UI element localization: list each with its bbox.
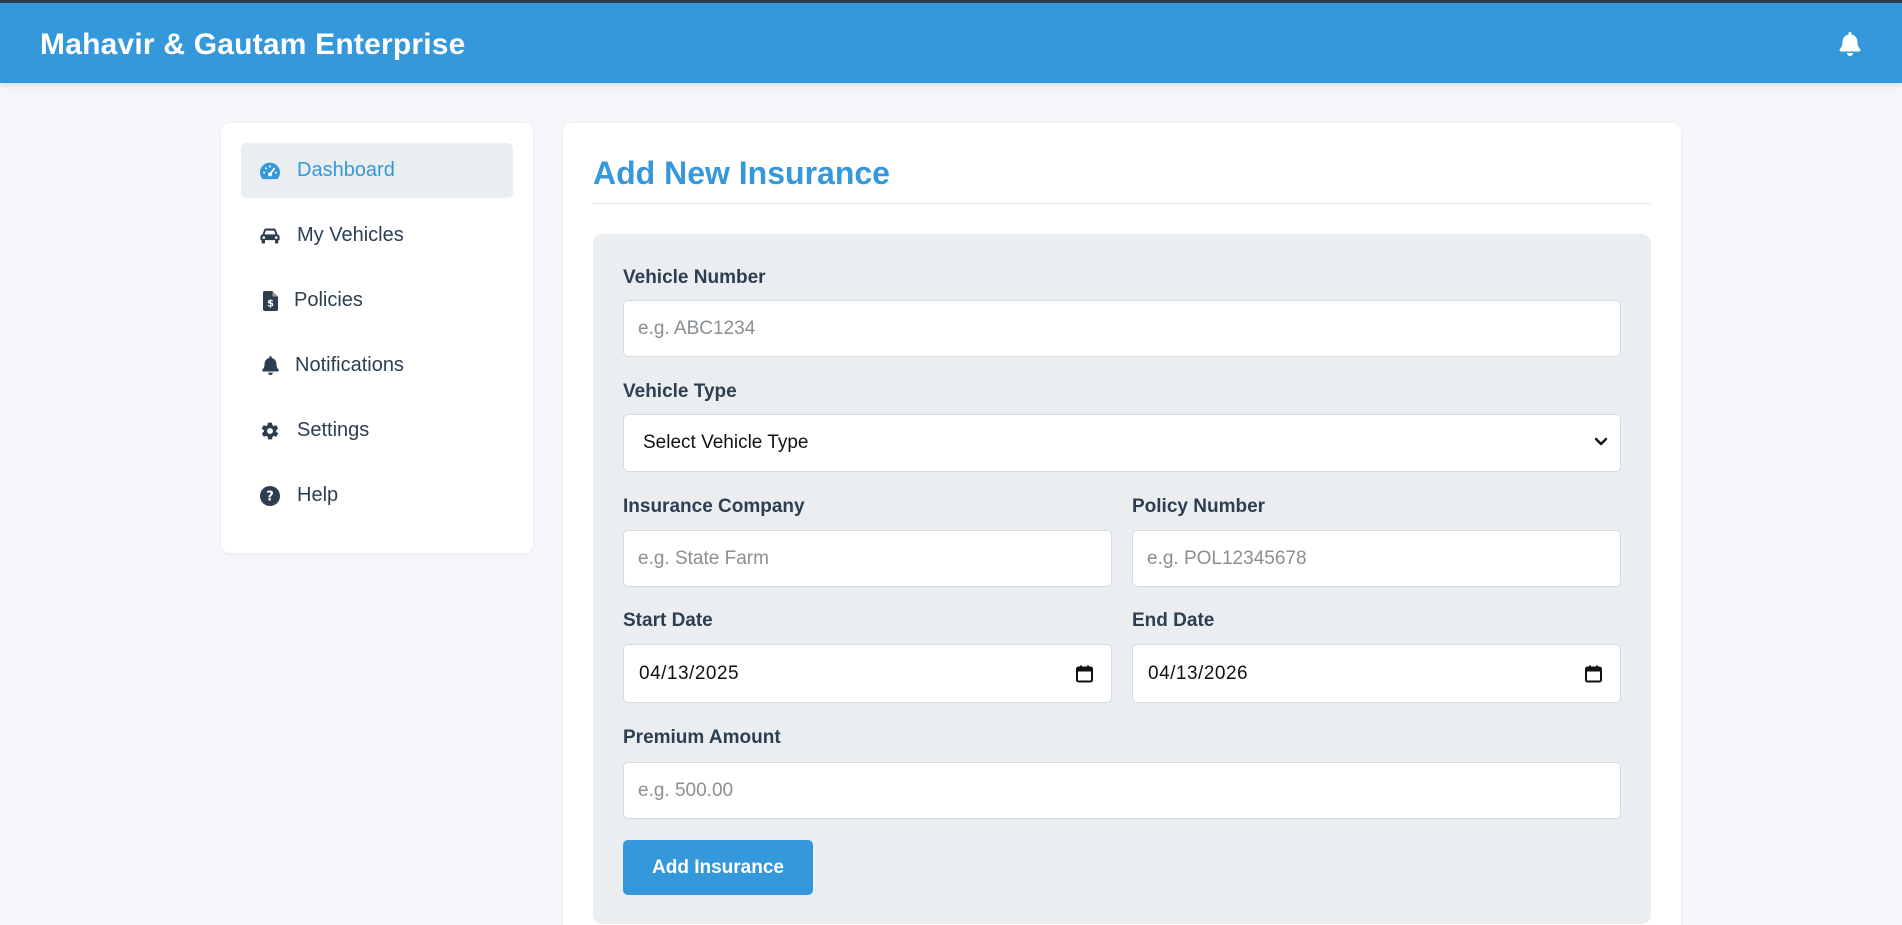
vehicle-type-select[interactable]: Select Vehicle Type [623, 414, 1621, 472]
bell-icon [260, 356, 280, 376]
sidebar-item-my-vehicles[interactable]: My Vehicles [241, 208, 513, 263]
vehicle-number-label: Vehicle Number [623, 267, 766, 288]
sidebar-item-label: Help [297, 484, 339, 506]
calendar-icon[interactable] [1076, 665, 1093, 683]
premium-amount-label: Premium Amount [623, 727, 781, 748]
bell-icon [1839, 32, 1861, 56]
policy-number-label: Policy Number [1132, 496, 1266, 517]
page-title: Add New Insurance [593, 155, 890, 191]
add-insurance-form: Vehicle Number Vehicle Type Select Vehic… [593, 234, 1651, 924]
end-date-value: 04/13/2026 [1148, 662, 1249, 684]
vehicle-type-label: Vehicle Type [623, 381, 737, 402]
sidebar-item-label: Notifications [295, 354, 404, 376]
gauge-icon [260, 161, 280, 181]
policy-number-input[interactable] [1132, 530, 1621, 587]
sidebar-item-label: My Vehicles [297, 224, 404, 246]
chevron-down-icon [1594, 437, 1608, 446]
sidebar-item-dashboard[interactable]: Dashboard [241, 143, 513, 198]
question-circle-icon: ? [260, 485, 280, 506]
brand-title: Mahavir & Gautam Enterprise [40, 28, 466, 61]
gear-icon [260, 421, 280, 441]
sidebar-item-label: Policies [294, 289, 363, 311]
car-icon [260, 226, 280, 246]
start-date-input[interactable]: 04/13/2025 [623, 644, 1112, 703]
sidebar-item-settings[interactable]: Settings [241, 403, 513, 458]
insurance-company-label: Insurance Company [623, 496, 805, 517]
start-date-value: 04/13/2025 [639, 662, 740, 684]
end-date-input[interactable]: 04/13/2026 [1132, 644, 1621, 703]
svg-text:$: $ [267, 298, 274, 309]
sidebar-item-label: Dashboard [297, 159, 395, 181]
start-date-label: Start Date [623, 610, 713, 631]
file-invoice-icon: $ [260, 290, 280, 311]
vehicle-type-selected-value: Select Vehicle Type [643, 432, 809, 453]
title-divider [593, 203, 1651, 204]
notifications-bell-button[interactable] [1836, 29, 1864, 59]
calendar-icon[interactable] [1585, 665, 1602, 683]
sidebar-item-notifications[interactable]: Notifications [241, 338, 513, 393]
sidebar-item-help[interactable]: ? Help [241, 468, 513, 523]
sidebar-item-label: Settings [297, 419, 370, 441]
vehicle-number-input[interactable] [623, 300, 1621, 357]
main-content: Add New Insurance Vehicle Number Vehicle… [563, 123, 1681, 925]
sidebar: Dashboard My Vehicles $ Policies Notific… [221, 123, 533, 553]
svg-text:?: ? [266, 489, 274, 504]
top-header: Mahavir & Gautam Enterprise [0, 3, 1902, 83]
premium-amount-input[interactable] [623, 762, 1621, 819]
sidebar-item-policies[interactable]: $ Policies [241, 273, 513, 328]
add-insurance-button[interactable]: Add Insurance [623, 840, 813, 895]
end-date-label: End Date [1132, 610, 1215, 631]
insurance-company-input[interactable] [623, 530, 1112, 587]
